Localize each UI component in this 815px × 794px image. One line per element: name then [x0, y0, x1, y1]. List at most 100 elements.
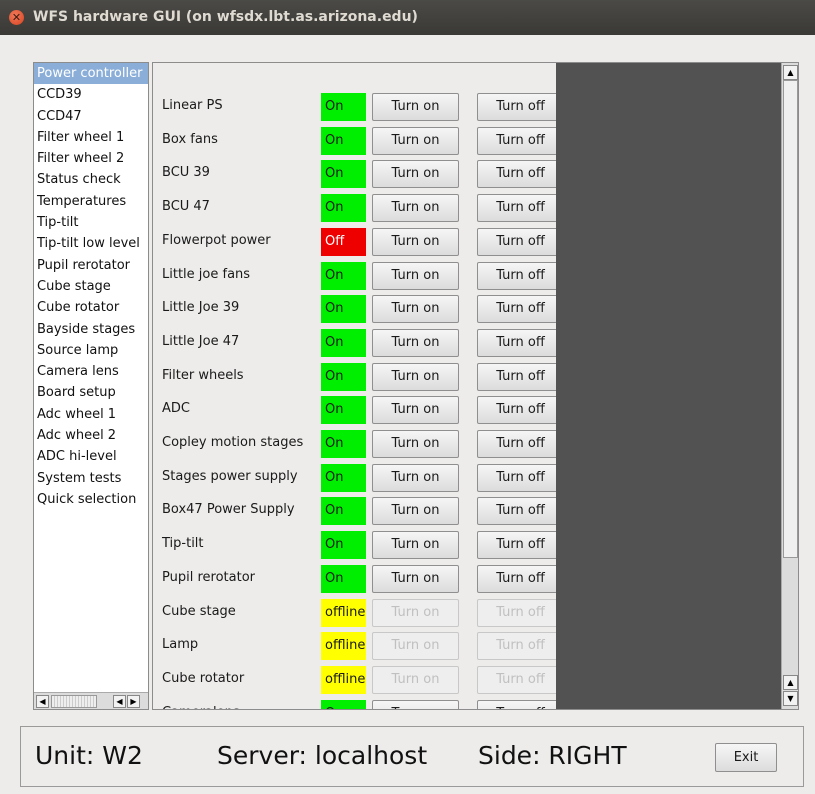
sidebar-item[interactable]: Tip-tilt	[34, 212, 148, 233]
turn-off-button[interactable]: Turn off	[477, 228, 564, 256]
turn-on-button[interactable]: Turn on	[372, 396, 459, 424]
status-badge: On	[321, 262, 366, 290]
sidebar-item[interactable]: Pupil rerotator	[34, 255, 148, 276]
status-footer: Unit: W2 Server: localhost Side: RIGHT E…	[20, 726, 804, 787]
sidebar-item[interactable]: System tests	[34, 468, 148, 489]
power-row: Filter wheels On Turn on Turn off	[153, 363, 564, 391]
power-row-label: Box47 Power Supply	[162, 502, 295, 517]
turn-on-button: Turn on	[372, 599, 459, 627]
power-row-label: BCU 47	[162, 199, 210, 214]
sidebar-item[interactable]: Camera lens	[34, 361, 148, 382]
status-badge: offline	[321, 666, 366, 694]
sidebar-item[interactable]: Tip-tilt low level	[34, 233, 148, 254]
main-vertical-scrollbar[interactable]: ▲ ▲ ▼	[781, 63, 798, 709]
turn-off-button[interactable]: Turn off	[477, 194, 564, 222]
turn-off-button[interactable]: Turn off	[477, 396, 564, 424]
dark-display-area	[556, 63, 781, 709]
sidebar-item[interactable]: Source lamp	[34, 340, 148, 361]
power-row: Stages power supply On Turn on Turn off	[153, 464, 564, 492]
exit-button[interactable]: Exit	[715, 743, 777, 772]
turn-on-button[interactable]: Turn on	[372, 93, 459, 121]
turn-off-button[interactable]: Turn off	[477, 430, 564, 458]
turn-off-button[interactable]: Turn off	[477, 700, 564, 709]
power-row-label: ADC	[162, 401, 190, 416]
turn-off-button[interactable]: Turn off	[477, 295, 564, 323]
power-row: Flowerpot power Off Turn on Turn off	[153, 228, 564, 256]
status-badge: On	[321, 329, 366, 357]
turn-on-button[interactable]: Turn on	[372, 363, 459, 391]
turn-off-button[interactable]: Turn off	[477, 363, 564, 391]
turn-on-button[interactable]: Turn on	[372, 329, 459, 357]
sidebar-item[interactable]: Filter wheel 2	[34, 148, 148, 169]
turn-on-button[interactable]: Turn on	[372, 262, 459, 290]
turn-off-button[interactable]: Turn off	[477, 565, 564, 593]
power-row: Box fans On Turn on Turn off	[153, 127, 564, 155]
status-badge: On	[321, 194, 366, 222]
power-controller-panel: Linear PS On Turn on Turn off Box fans On Turn…	[152, 62, 799, 710]
turn-off-button[interactable]: Turn off	[477, 531, 564, 559]
turn-on-button[interactable]: Turn on	[372, 531, 459, 559]
turn-off-button[interactable]: Turn off	[477, 329, 564, 357]
power-row: Little Joe 39 On Turn on Turn off	[153, 295, 564, 323]
sidebar-item[interactable]: Temperatures	[34, 191, 148, 212]
scroll-up-icon[interactable]: ▲	[783, 65, 798, 80]
sidebar-item[interactable]: Adc wheel 2	[34, 425, 148, 446]
turn-off-button[interactable]: Turn off	[477, 497, 564, 525]
sidebar-item[interactable]: CCD39	[34, 84, 148, 105]
power-row-label: Cameralens	[162, 705, 240, 709]
turn-off-button[interactable]: Turn off	[477, 262, 564, 290]
turn-off-button[interactable]: Turn off	[477, 93, 564, 121]
sidebar-item[interactable]: Cube stage	[34, 276, 148, 297]
scroll-up-icon[interactable]: ▲	[783, 675, 798, 690]
turn-on-button[interactable]: Turn on	[372, 464, 459, 492]
sidebar-item[interactable]: Power controller	[34, 63, 148, 85]
sidebar-list[interactable]: Power controller CCD39 CCD47 Filter wheel 1…	[33, 62, 149, 710]
turn-on-button[interactable]: Turn on	[372, 497, 459, 525]
turn-on-button[interactable]: Turn on	[372, 194, 459, 222]
power-row-label: Little Joe 47	[162, 334, 240, 349]
close-icon[interactable]: ✕	[9, 10, 24, 25]
power-row: Lamp offline Turn on Turn off	[153, 632, 564, 660]
turn-off-button[interactable]: Turn off	[477, 464, 564, 492]
power-row-label: Tip-tilt	[162, 536, 204, 551]
sidebar-horizontal-scrollbar[interactable]: ◀ ◀ ▶	[34, 692, 148, 709]
scrollbar-thumb[interactable]	[783, 80, 798, 558]
turn-on-button[interactable]: Turn on	[372, 700, 459, 709]
scroll-down-icon[interactable]: ▼	[783, 691, 798, 706]
turn-on-button[interactable]: Turn on	[372, 160, 459, 188]
sidebar-item[interactable]: Board setup	[34, 382, 148, 403]
turn-on-button[interactable]: Turn on	[372, 295, 459, 323]
sidebar-item[interactable]: CCD47	[34, 106, 148, 127]
sidebar-item[interactable]: Bayside stages	[34, 319, 148, 340]
server-label: Server: localhost	[217, 741, 428, 770]
scroll-left-icon[interactable]: ◀	[36, 695, 49, 708]
power-row-label: Stages power supply	[162, 469, 298, 484]
sidebar-item[interactable]: Status check	[34, 169, 148, 190]
power-row: Little joe fans On Turn on Turn off	[153, 262, 564, 290]
power-row: Tip-tilt On Turn on Turn off	[153, 531, 564, 559]
turn-on-button[interactable]: Turn on	[372, 565, 459, 593]
sidebar-item[interactable]: Adc wheel 1	[34, 404, 148, 425]
power-row: Pupil rerotator On Turn on Turn off	[153, 565, 564, 593]
scrollbar-thumb[interactable]	[51, 695, 97, 708]
power-row-label: Box fans	[162, 132, 218, 147]
status-badge: On	[321, 396, 366, 424]
sidebar-items: Power controller CCD39 CCD47 Filter wheel 1…	[34, 63, 148, 693]
turn-on-button[interactable]: Turn on	[372, 127, 459, 155]
turn-on-button: Turn on	[372, 666, 459, 694]
scroll-right-icon[interactable]: ▶	[127, 695, 140, 708]
sidebar-item[interactable]: ADC hi-level	[34, 446, 148, 467]
power-row: Cameralens On Turn on Turn off	[153, 700, 564, 709]
power-row-label: Linear PS	[162, 98, 223, 113]
sidebar-item[interactable]: Filter wheel 1	[34, 127, 148, 148]
turn-off-button[interactable]: Turn off	[477, 127, 564, 155]
scroll-left-icon[interactable]: ◀	[113, 695, 126, 708]
turn-on-button[interactable]: Turn on	[372, 228, 459, 256]
power-row: ADC On Turn on Turn off	[153, 396, 564, 424]
status-badge: On	[321, 93, 366, 121]
turn-off-button[interactable]: Turn off	[477, 160, 564, 188]
sidebar-item[interactable]: Quick selection	[34, 489, 148, 510]
unit-label: Unit: W2	[35, 741, 143, 770]
turn-on-button[interactable]: Turn on	[372, 430, 459, 458]
sidebar-item[interactable]: Cube rotator	[34, 297, 148, 318]
